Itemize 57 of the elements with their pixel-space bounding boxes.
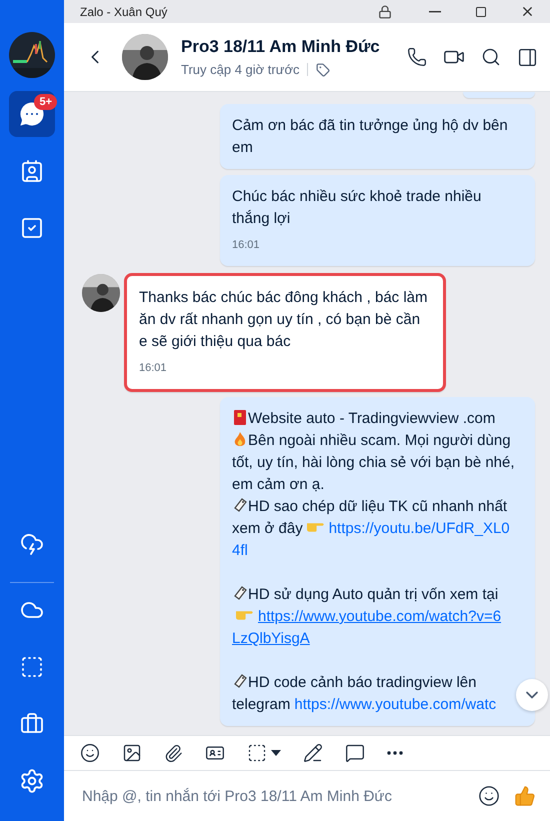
tag-icon[interactable] [316,62,330,76]
message-text: HD code cảnh báo tradingview lên [248,674,476,691]
scroll-down-button[interactable] [516,679,548,711]
pointing-hand-icon [306,523,325,532]
tag-icon [232,585,248,602]
screenshot-button[interactable] [247,743,281,763]
pointing-hand-icon [236,611,254,620]
sticker-button[interactable] [80,743,100,763]
contact-name: Pro3 18/11 Am Minh Đức [181,37,381,57]
message-link[interactable]: https://www.youtube.com/watc [294,696,496,713]
message-text: Website auto - Tradingviewview .com [248,410,496,427]
like-button[interactable] [514,785,536,807]
more-icon [387,751,403,755]
settings-icon [19,768,45,794]
message-text: Thanks bác chúc bác đông khách , bác làm ăn dv rất nhanh gọn uy tín , có bạn bè cần e sẽ giới thiệu qua bác [139,289,428,350]
more-button[interactable] [387,751,403,755]
message-text: telegram [232,696,290,713]
message-text: em cảm ơn ạ. [232,476,324,493]
tag-icon [232,497,248,514]
emoji-button[interactable] [478,785,500,807]
message-text: HD sử dụng Auto quản trị vốn xem tại [248,586,498,603]
unread-count: 5+ [34,94,57,110]
tag-icon [232,673,248,690]
message-time: 16:01 [139,361,168,376]
quick-message-button[interactable] [345,743,365,763]
side-panel-button[interactable] [517,46,538,68]
message-link[interactable]: https://youtu.be/UFdR_XL0 [328,520,510,537]
format-text-button[interactable] [303,743,323,763]
message-link[interactable]: https://www.youtube.com/watch?v=6 [258,608,502,625]
message-time: 16:01 [232,238,261,253]
checkbox-icon [20,216,44,240]
fire-icon [232,431,248,448]
message-text: Cảm ơn bác đã tin tưởnge ủng hộ dv bên em [232,117,508,156]
message-link[interactable]: LzQlbYisgA [232,630,310,647]
window-title: Zalo - Xuân Quý [80,4,168,18]
maximize-icon [475,6,487,18]
cloud-icon [20,532,44,556]
screenshot-icon [20,655,44,679]
attach-button[interactable] [164,744,183,762]
call-button[interactable] [407,46,427,68]
minimize-icon [429,10,441,12]
lock-icon [378,4,392,18]
briefcase-icon [20,712,44,736]
search-button[interactable] [481,46,501,68]
image-button[interactable] [122,743,142,763]
message-text: Bên ngoài nhiều scam. Mọi người dùng [248,432,511,449]
sidebar-item[interactable]: 5+ [9,91,55,137]
message-input[interactable]: Nhập @, tin nhắn tới Pro3 18/11 Am Minh Đức [80,786,464,806]
contacts-icon [20,159,44,183]
message-text: HD sao chép dữ liệu TK cũ nhanh nhất [248,498,508,515]
message-text: xem ở đây [232,520,303,537]
caret-icon [271,750,281,756]
message-link[interactable]: 4fl [232,542,248,559]
envelope-icon [232,409,248,426]
last-seen-status: Truy cập 4 giờ trước [181,62,300,77]
message-text: Chúc bác nhiều sức khoẻ trade nhiều thắng lợi [232,188,482,227]
message-text: tốt, uy tín, hài lòng chia sẻ với bạn bè nhé, [232,454,515,471]
